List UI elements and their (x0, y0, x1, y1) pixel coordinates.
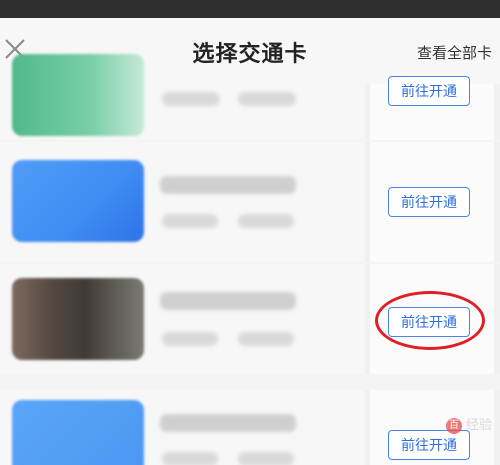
card-list: 前往开通 前往开通 前往开通 前往开通 (0, 54, 500, 465)
list-item: 前往开通 (0, 142, 500, 262)
blurred-text (162, 92, 220, 106)
card-info-panel (0, 142, 365, 262)
open-card-button[interactable]: 前往开通 (388, 307, 470, 337)
open-card-button[interactable]: 前往开通 (388, 187, 470, 217)
blurred-text (162, 332, 218, 346)
card-info-panel (0, 390, 365, 465)
blurred-text (162, 214, 218, 228)
card-thumbnail (12, 160, 144, 242)
blurred-text (160, 176, 296, 194)
watermark-text: 经验 (465, 418, 492, 433)
blurred-text (238, 214, 294, 228)
card-info-panel (0, 54, 365, 140)
blurred-text (238, 452, 294, 465)
blurred-text (160, 414, 296, 432)
card-info-panel (0, 264, 365, 374)
transit-card-screen: 选择交通卡 查看全部卡 前往开通 前往开通 前往开通 前往开通 百 经验 (0, 0, 500, 465)
blurred-text (160, 292, 296, 310)
card-thumbnail (12, 278, 144, 360)
open-card-button[interactable]: 前往开通 (388, 76, 470, 106)
watermark: 百经验 (445, 414, 492, 434)
blurred-text (238, 332, 294, 346)
watermark-badge-icon: 百 (445, 417, 462, 434)
list-item: 前往开通 (0, 264, 500, 374)
list-item: 前往开通 (0, 390, 500, 465)
open-card-button[interactable]: 前往开通 (388, 430, 470, 460)
view-all-cards-link[interactable]: 查看全部卡 (417, 42, 492, 63)
blurred-text (238, 92, 296, 106)
list-item: 前往开通 (0, 54, 500, 140)
card-thumbnail (12, 54, 144, 136)
status-bar (0, 0, 500, 18)
card-thumbnail (12, 400, 144, 465)
blurred-text (162, 452, 218, 465)
